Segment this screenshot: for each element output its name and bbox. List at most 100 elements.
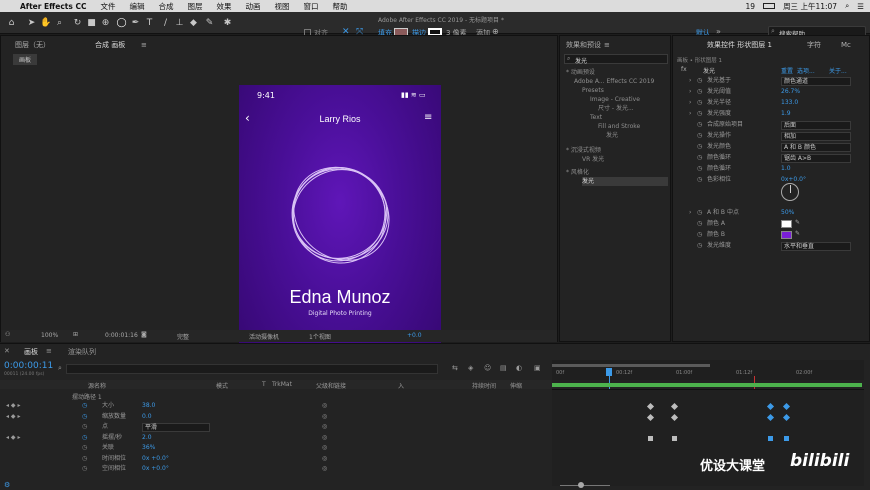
graph-editor-icon[interactable]: ▣ <box>534 364 541 372</box>
effect-prop-select[interactable]: 水平和垂直 <box>781 242 851 251</box>
menu-help[interactable]: 帮助 <box>332 1 347 12</box>
zoom-slider-thumb[interactable] <box>578 482 584 488</box>
stopwatch-icon[interactable]: ◷ <box>697 164 702 174</box>
eraser-tool-icon[interactable]: ◆ <box>188 18 199 29</box>
effect-prop-select[interactable]: 锯齿 A>B <box>781 154 851 163</box>
stopwatch-icon[interactable]: ◷ <box>82 464 87 474</box>
draft-3d-icon[interactable]: ◈ <box>468 364 473 372</box>
battery-icon[interactable] <box>763 3 776 9</box>
timeline-search-icon[interactable]: ⌕ <box>58 364 62 373</box>
views-select[interactable]: 1个视图 <box>309 332 331 341</box>
offset-value[interactable]: +0.0 <box>407 332 422 339</box>
time-ruler[interactable] <box>552 360 864 380</box>
effect-prop-value[interactable]: 133.0 <box>781 98 798 108</box>
stopwatch-icon[interactable]: ◷ <box>697 208 702 218</box>
effects-tree-item[interactable]: * 沉浸式视频 <box>566 146 601 155</box>
menu-view[interactable]: 视图 <box>274 1 289 12</box>
tab-layer[interactable]: 图层（无） <box>15 39 50 52</box>
timeline-prop-value[interactable]: 平滑 <box>142 423 210 432</box>
stopwatch-icon[interactable]: ◷ <box>697 230 702 240</box>
puppet-tool-icon[interactable]: ✱ <box>222 18 233 29</box>
pick-whip-icon[interactable]: ◎ <box>322 454 327 464</box>
panel-menu-icon[interactable]: ≡ <box>141 39 147 52</box>
viewer-timecode[interactable]: 0:00:01:16 <box>105 332 138 339</box>
render-queue-tab[interactable]: 渲染队列 <box>68 347 96 357</box>
stopwatch-icon[interactable]: ◷ <box>82 443 87 453</box>
zoom-tool-icon[interactable]: ⌕ <box>54 18 65 29</box>
menu-file[interactable]: 文件 <box>100 1 115 12</box>
expand-chevron-icon[interactable]: › <box>689 98 691 108</box>
eyedropper-icon[interactable]: ✎ <box>795 230 800 237</box>
snapshot-icon[interactable]: ⚇ <box>5 331 10 338</box>
about-link[interactable]: 关于... <box>829 66 847 75</box>
stopwatch-icon[interactable]: ◷ <box>82 454 87 464</box>
clone-tool-icon[interactable]: ⊥ <box>174 18 185 29</box>
effects-menu-icon[interactable]: ≡ <box>604 39 610 52</box>
zoom-slider-track[interactable] <box>560 485 610 486</box>
timeline-prop-value[interactable]: 0.0 <box>142 412 152 422</box>
menu-animation[interactable]: 动画 <box>245 1 260 12</box>
spotlight-icon[interactable]: ⌕ <box>845 1 849 11</box>
effect-controls-tab[interactable]: 效果控件 形状图层 1 <box>707 39 772 52</box>
col-stretch[interactable]: 伸缩 <box>510 381 522 390</box>
effects-tree-item[interactable]: VR 发光 <box>582 155 604 164</box>
current-timecode[interactable]: 0:00:00:11 <box>4 361 53 371</box>
menu-list-icon[interactable]: ☰ <box>857 2 864 11</box>
timeline-prop-value[interactable]: 0x +0.0° <box>142 464 169 474</box>
comp-subtab[interactable]: 画板 <box>13 54 38 65</box>
quality-select[interactable]: 完整 <box>177 332 189 341</box>
menu-window[interactable]: 窗口 <box>303 1 318 12</box>
timeline-close-icon[interactable]: ✕ <box>4 347 10 355</box>
effects-tree-item[interactable]: * 动画预设 <box>566 68 595 77</box>
keyframe-marker[interactable] <box>648 436 653 441</box>
active-camera-select[interactable]: 活动摄像机 <box>249 332 279 341</box>
stopwatch-icon[interactable]: ◷ <box>697 142 702 152</box>
col-trkmat[interactable]: TrkMat <box>272 381 292 388</box>
stopwatch-icon[interactable]: ◷ <box>697 98 702 108</box>
effect-prop-select[interactable]: A 和 B 颜色 <box>781 143 851 152</box>
hamburger-icon[interactable]: ≡ <box>424 112 432 123</box>
shy-icon[interactable]: ☺ <box>484 364 491 372</box>
type-tool-icon[interactable]: T <box>144 18 155 29</box>
col-mode[interactable]: 模式 <box>216 381 228 390</box>
effect-prop-value[interactable]: 50% <box>781 208 794 218</box>
stopwatch-icon[interactable]: ◷ <box>697 219 702 229</box>
stopwatch-icon[interactable]: ◷ <box>82 433 87 443</box>
effect-prop-value[interactable]: 26.7% <box>781 87 800 97</box>
effects-tree-item[interactable]: 尺寸 - 发光... <box>598 104 634 113</box>
effects-tree-item[interactable]: * 风格化 <box>566 168 589 177</box>
stopwatch-icon[interactable]: ◷ <box>82 422 87 432</box>
stopwatch-icon[interactable]: ◷ <box>697 241 702 251</box>
comp-flowchart-icon[interactable]: ⇆ <box>452 364 458 372</box>
home-icon[interactable]: ⌂ <box>6 18 17 29</box>
timeline-prop-value[interactable]: 2.0 <box>142 433 152 443</box>
col-parent[interactable]: 父级和链接 <box>316 381 346 390</box>
effect-prop-select[interactable]: 颜色通道 <box>781 77 851 86</box>
effects-tree-item[interactable]: 发光 <box>606 131 618 140</box>
selection-tool-icon[interactable]: ➤ <box>26 18 37 29</box>
col-t[interactable]: T <box>262 381 266 388</box>
motion-blur-icon[interactable]: ◐ <box>516 364 522 372</box>
zoom-select[interactable]: 100% <box>41 332 58 339</box>
stopwatch-icon[interactable]: ◷ <box>697 87 702 97</box>
visibility-eye-icon[interactable]: ◂ ◆ ▸ <box>6 401 20 411</box>
menu-effect[interactable]: 效果 <box>216 1 231 12</box>
rotate-tool-icon[interactable]: ↻ <box>72 18 83 29</box>
work-area-bar[interactable] <box>552 364 710 367</box>
stopwatch-icon[interactable]: ◷ <box>697 76 702 86</box>
eyedropper-icon[interactable]: ✎ <box>795 219 800 226</box>
stopwatch-icon[interactable]: ◷ <box>697 109 702 119</box>
menu-composition[interactable]: 合成 <box>158 1 173 12</box>
playhead-marker[interactable] <box>606 368 612 376</box>
keyframe-marker[interactable] <box>672 436 677 441</box>
camera-icon[interactable]: ◙ <box>141 331 147 338</box>
keyframe-marker[interactable] <box>784 436 789 441</box>
visibility-eye-icon[interactable]: ◂ ◆ ▸ <box>6 412 20 422</box>
brush-tool-icon[interactable]: ∕ <box>160 18 171 29</box>
col-duration[interactable]: 持续时间 <box>472 381 496 390</box>
effect-prop-select[interactable]: 后面 <box>781 121 851 130</box>
camera-tool-icon[interactable]: ■ <box>86 18 97 29</box>
reset-link[interactable]: 重置 <box>781 66 793 75</box>
effect-prop-select[interactable]: 相加 <box>781 132 851 141</box>
effects-tree-item[interactable]: Image - Creative <box>590 95 640 104</box>
